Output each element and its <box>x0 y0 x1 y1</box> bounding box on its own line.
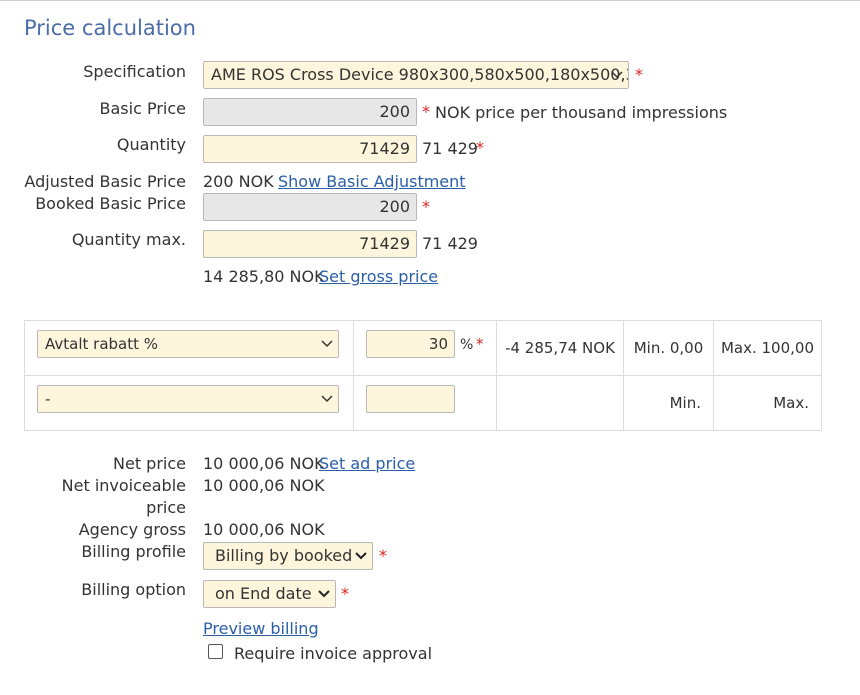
discount-value-input[interactable]: 30 <box>366 330 455 358</box>
discount-amount: -4 285,74 NOK <box>496 320 624 376</box>
chevron-down-icon <box>355 552 367 561</box>
discount-row: Avtalt rabatt % 30 % * -4 285,74 NOK Min… <box>24 320 822 376</box>
discount-type-value: - <box>45 390 51 408</box>
basic-price-unit: NOK price per thousand impressions <box>435 103 728 122</box>
specification-select[interactable]: AME ROS Cross Device 980x300,580x500,180… <box>203 61 629 89</box>
discount-value-input[interactable] <box>366 385 455 413</box>
net-invoiceable-value: 10 000,06 NOK <box>203 476 325 495</box>
billing-option-required-mark: * <box>341 584 349 603</box>
booked-basic-price-label: Booked Basic Price <box>35 194 186 213</box>
discount-type-select[interactable]: - <box>37 385 339 413</box>
basic-price-label: Basic Price <box>99 99 186 118</box>
chevron-down-icon <box>321 395 333 404</box>
agency-gross-value: 10 000,06 NOK <box>203 520 325 539</box>
quantity-label: Quantity <box>116 135 186 154</box>
top-divider <box>0 0 860 1</box>
net-invoiceable-label-line1: Net invoiceable <box>61 476 186 495</box>
preview-billing-link[interactable]: Preview billing <box>203 619 319 638</box>
chevron-down-icon <box>611 71 623 80</box>
net-invoiceable-label-line2: price <box>146 498 186 517</box>
quantity-required-mark: * <box>476 138 484 157</box>
chevron-down-icon <box>321 340 333 349</box>
basic-price-field: 200 <box>203 98 417 126</box>
discount-value-cell: 30 % * <box>353 320 497 376</box>
quantity-max-input[interactable]: 71429 <box>203 230 417 258</box>
net-price-label: Net price <box>113 454 186 473</box>
quantity-max-formatted: 71 429 <box>422 234 478 253</box>
adjusted-basic-price-value: 200 NOK <box>203 172 274 191</box>
billing-profile-required-mark: * <box>379 546 387 565</box>
require-invoice-approval-checkbox[interactable] <box>208 644 223 659</box>
billing-profile-value: Billing by booked <box>215 546 353 565</box>
discount-max: Max. 100,00 <box>713 320 822 376</box>
billing-profile-label: Billing profile <box>81 542 186 561</box>
discount-row: - Min. Max. <box>24 375 822 431</box>
net-invoiceable-label: Net invoiceable price <box>16 475 186 519</box>
discount-type-select[interactable]: Avtalt rabatt % <box>37 330 339 358</box>
quantity-max-label: Quantity max. <box>71 230 186 249</box>
specification-label: Specification <box>83 62 186 81</box>
discount-table: Avtalt rabatt % 30 % * -4 285,74 NOK Min… <box>24 320 822 431</box>
discount-unit: % <box>460 337 474 353</box>
billing-option-select[interactable]: on End date <box>203 580 336 608</box>
net-price-value: 10 000,06 NOK <box>203 454 325 473</box>
require-invoice-approval-label: Require invoice approval <box>234 644 433 663</box>
booked-basic-price-required-mark: * <box>422 197 430 216</box>
gross-price-value: 14 285,80 NOK <box>203 267 325 286</box>
discount-amount <box>496 375 624 431</box>
specification-required-mark: * <box>635 65 643 84</box>
discount-type-cell: - <box>24 375 354 431</box>
basic-price-required-mark: * <box>422 102 430 121</box>
set-gross-price-link[interactable]: Set gross price <box>319 267 438 286</box>
billing-profile-select[interactable]: Billing by booked <box>203 542 373 570</box>
adjusted-basic-price-label: Adjusted Basic Price <box>24 172 186 191</box>
quantity-formatted: 71 429 <box>422 139 478 158</box>
agency-gross-label: Agency gross <box>78 520 186 539</box>
discount-max: Max. <box>713 375 822 431</box>
discount-min: Min. 0,00 <box>623 320 714 376</box>
billing-option-label: Billing option <box>81 580 186 599</box>
set-ad-price-link[interactable]: Set ad price <box>319 454 415 473</box>
discount-value-cell <box>353 375 497 431</box>
billing-option-value: on End date <box>215 584 312 603</box>
booked-basic-price-field: 200 <box>203 193 417 221</box>
chevron-down-icon <box>318 590 330 599</box>
discount-type-value: Avtalt rabatt % <box>45 335 159 353</box>
page-title: Price calculation <box>24 16 196 40</box>
discount-min: Min. <box>623 375 714 431</box>
discount-type-cell: Avtalt rabatt % <box>24 320 354 376</box>
discount-required-mark: * <box>476 335 484 353</box>
specification-value: AME ROS Cross Device 980x300,580x500,180… <box>211 65 629 84</box>
show-basic-adjustment-link[interactable]: Show Basic Adjustment <box>278 172 466 191</box>
quantity-input[interactable]: 71429 <box>203 135 417 163</box>
